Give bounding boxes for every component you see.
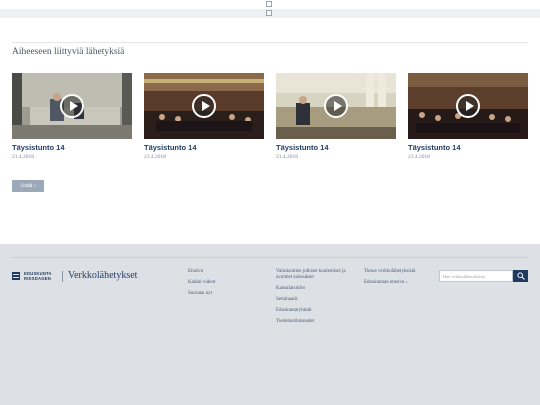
footer-link[interactable]: Eduskuntaryhmät (276, 308, 346, 314)
footer-nav-column: Valiokuntien julkiset kuulemiset ja avoi… (276, 269, 346, 330)
footer-link[interactable]: Etusivu (188, 269, 258, 275)
footer-nav-column: Tietoa verkkolähetyksistä Eduskunnan etu… (364, 269, 429, 291)
video-date: 21.4.2018 (276, 154, 298, 160)
footer-link[interactable]: Seminaarit (276, 297, 346, 303)
video-thumbnail[interactable] (12, 73, 132, 139)
footer: EDUSKUNTA RIKSDAGEN Verkkolähetykset Etu… (0, 244, 540, 405)
video-card[interactable]: Täysistunto 14 21.4.2018 (12, 73, 132, 165)
video-title[interactable]: Täysistunto 14 (12, 143, 65, 152)
video-thumbnail[interactable] (144, 73, 264, 139)
video-card[interactable]: Täysistunto 14 21.4.2018 (408, 73, 528, 165)
section-divider (12, 42, 528, 43)
more-button[interactable]: Lisää › (12, 180, 44, 192)
footer-divider (12, 257, 528, 258)
video-thumbnail[interactable] (408, 73, 528, 139)
logo-name: Verkkolähetykset (68, 270, 138, 281)
footer-link[interactable]: Kansalaisinfot (276, 286, 346, 292)
footer-link[interactable]: Valiokuntien julkiset kuulemiset ja avoi… (276, 269, 346, 281)
section-title: Aiheeseen liittyviä lähetyksiä (12, 47, 125, 57)
footer-search (439, 270, 528, 282)
search-icon (517, 272, 525, 280)
play-icon[interactable] (60, 94, 84, 118)
video-thumbnail[interactable] (276, 73, 396, 139)
video-date: 21.4.2018 (12, 154, 34, 160)
parliament-logo-icon (12, 272, 20, 280)
logo-separator (62, 271, 63, 282)
video-date: 21.4.2018 (144, 154, 166, 160)
video-date: 21.4.2018 (408, 154, 430, 160)
video-card[interactable]: Täysistunto 14 21.4.2018 (144, 73, 264, 165)
video-card[interactable]: Täysistunto 14 21.4.2018 (276, 73, 396, 165)
video-title[interactable]: Täysistunto 14 (144, 143, 197, 152)
video-title[interactable]: Täysistunto 14 (408, 143, 461, 152)
search-button[interactable] (513, 270, 528, 282)
logo-org: EDUSKUNTA RIKSDAGEN (24, 271, 52, 281)
video-title[interactable]: Täysistunto 14 (276, 143, 329, 152)
footer-link[interactable]: Kaikki videot (188, 280, 258, 286)
broken-image-icon (266, 1, 272, 7)
footer-link[interactable]: Tiedotustilaisuudet (276, 319, 346, 325)
site-logo[interactable]: EDUSKUNTA RIKSDAGEN Verkkolähetykset (12, 270, 162, 283)
broken-image-icon (266, 10, 272, 16)
footer-nav-column: Etusivu Kaikki videot Suorana nyt (188, 269, 258, 302)
footer-link[interactable]: Eduskunnan etusivu › (364, 280, 429, 286)
logo-org-line2: RIKSDAGEN (24, 276, 51, 281)
footer-link[interactable]: Suorana nyt (188, 291, 258, 297)
top-strip (0, 0, 540, 18)
play-icon[interactable] (324, 94, 348, 118)
search-input[interactable] (439, 270, 513, 282)
footer-link[interactable]: Tietoa verkkolähetyksistä (364, 269, 429, 275)
play-icon[interactable] (192, 94, 216, 118)
play-icon[interactable] (456, 94, 480, 118)
